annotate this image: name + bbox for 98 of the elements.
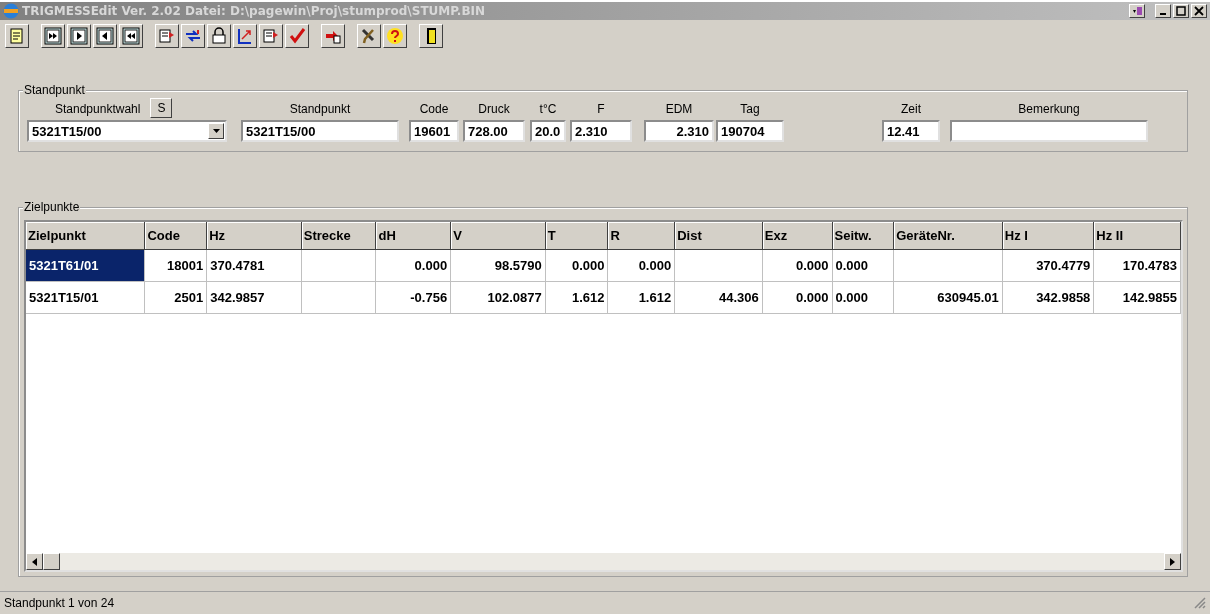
input-field[interactable]: 2.310 — [570, 120, 632, 142]
help-icon — [386, 27, 404, 45]
toolbar-button[interactable] — [321, 24, 345, 48]
table-cell: 370.4779 — [1002, 250, 1095, 282]
minimize-icon — [1160, 13, 1166, 15]
table-cell: 342.9857 — [207, 282, 302, 314]
toolbar-button[interactable] — [285, 24, 309, 48]
minimize-button[interactable] — [1155, 4, 1171, 18]
column-header[interactable]: Zielpunkt — [26, 222, 146, 250]
table-cell: 1.612 — [608, 282, 676, 314]
group-title: Standpunkt — [23, 83, 86, 97]
column-header[interactable]: V — [451, 222, 546, 250]
column-header[interactable]: Seitw. — [832, 222, 895, 250]
table-cell: 142.9855 — [1094, 282, 1181, 314]
right-arrow-icon — [1170, 557, 1175, 566]
field-label: t°C — [538, 102, 558, 118]
input-field[interactable]: 5321T15/00 — [241, 120, 399, 142]
column-header[interactable]: Hz II — [1094, 222, 1181, 250]
row-header-cell[interactable]: 5321T15/01 — [26, 282, 146, 314]
table-cell: 44.306 — [675, 282, 763, 314]
close-button[interactable] — [1191, 4, 1207, 18]
horizontal-scrollbar[interactable] — [26, 553, 1181, 570]
input-field[interactable] — [950, 120, 1148, 142]
table-cell: 0.000 — [608, 250, 676, 282]
field-label: Code — [418, 102, 450, 118]
checkmark-icon — [288, 27, 306, 45]
table-cell: 1.612 — [545, 282, 609, 314]
row-header-cell[interactable]: 5321T61/01 — [26, 250, 146, 282]
input-field[interactable]: 190704 — [716, 120, 784, 142]
column-header[interactable]: Exz — [762, 222, 833, 250]
toolbar-button[interactable] — [233, 24, 257, 48]
table-cell: 0.000 — [545, 250, 609, 282]
field-label: Bemerkung — [1017, 102, 1081, 118]
column-header[interactable]: Hz — [207, 222, 302, 250]
column-header[interactable]: Dist — [675, 222, 763, 250]
maximize-icon — [1176, 6, 1186, 16]
table-cell: 370.4781 — [207, 250, 302, 282]
toolbar-button[interactable] — [357, 24, 381, 48]
toolbar-button[interactable] — [93, 24, 117, 48]
scroll-left-button[interactable] — [26, 553, 43, 570]
table-cell: 0.000 — [762, 250, 833, 282]
toolbar-button[interactable] — [119, 24, 143, 48]
table-cell: 170.4783 — [1094, 250, 1181, 282]
table-cell: 0.000 — [376, 250, 452, 282]
field-label: Druck — [477, 102, 511, 118]
column-header[interactable]: Strecke — [301, 222, 377, 250]
toolbar-button[interactable] — [419, 24, 443, 48]
close-icon — [1194, 6, 1204, 16]
toolbar-button[interactable] — [181, 24, 205, 48]
field-label: EDM — [664, 102, 694, 118]
table-cell: 102.0877 — [451, 282, 546, 314]
input-field[interactable]: 20.0 — [530, 120, 566, 142]
input-field[interactable]: 19601 — [409, 120, 459, 142]
scroll-thumb[interactable] — [43, 553, 60, 570]
lock-icon — [210, 27, 228, 45]
group-title: Zielpunkte — [23, 200, 81, 214]
column-header[interactable]: GeräteNr. — [894, 222, 1003, 250]
dropdown-field[interactable]: 5321T15/00 — [27, 120, 227, 142]
input-field[interactable]: 728.00 — [463, 120, 525, 142]
window-title: TRIGMESSEdit Ver. 2.02 Datei: D:\pagewin\Proj\stumprod\STUMP.BIN — [22, 4, 487, 18]
globe-icon — [3, 3, 19, 19]
table-cell: 342.9858 — [1002, 282, 1095, 314]
field-label: F — [596, 102, 606, 118]
toolbar-button[interactable] — [259, 24, 283, 48]
toolbar-button[interactable] — [155, 24, 179, 48]
toolbar-button[interactable] — [41, 24, 65, 48]
maximize-button[interactable] — [1173, 4, 1189, 18]
table-cell: -0.756 — [376, 282, 452, 314]
table-cell: 630945.01 — [894, 282, 1003, 314]
field-label: Zeit — [900, 102, 922, 118]
menu-button[interactable] — [1129, 4, 1145, 18]
field-label: Standpunktwahl — [55, 102, 141, 118]
scroll-right-button[interactable] — [1164, 553, 1181, 570]
toolbar-button[interactable] — [207, 24, 231, 48]
table-cell: 2501 — [145, 282, 208, 314]
column-header[interactable]: T — [545, 222, 609, 250]
toolbar-button[interactable] — [5, 24, 29, 48]
table-cell: 0.000 — [832, 282, 895, 314]
table-cell: 98.5790 — [451, 250, 546, 282]
toolbar-button[interactable] — [383, 24, 407, 48]
column-header[interactable]: R — [608, 222, 676, 250]
left-arrow-icon — [32, 557, 37, 566]
table-cell: 18001 — [145, 250, 208, 282]
column-header[interactable]: Code — [145, 222, 208, 250]
column-header[interactable]: dH — [376, 222, 452, 250]
table-cell: 0.000 — [762, 282, 833, 314]
input-field[interactable]: 12.41 — [882, 120, 940, 142]
status-text: Standpunkt 1 von 24 — [4, 596, 115, 610]
window-menu-icon — [1132, 6, 1142, 16]
table-cell: 0.000 — [832, 250, 895, 282]
toolbar-button[interactable] — [67, 24, 91, 48]
select-button[interactable]: S — [150, 98, 173, 118]
field-label: Standpunkt — [288, 102, 352, 118]
field-label: Tag — [739, 102, 761, 118]
column-header[interactable]: Hz I — [1002, 222, 1095, 250]
resize-grip-icon[interactable] — [1194, 597, 1206, 609]
input-field[interactable]: 2.310 — [644, 120, 714, 142]
document-icon — [8, 27, 26, 45]
